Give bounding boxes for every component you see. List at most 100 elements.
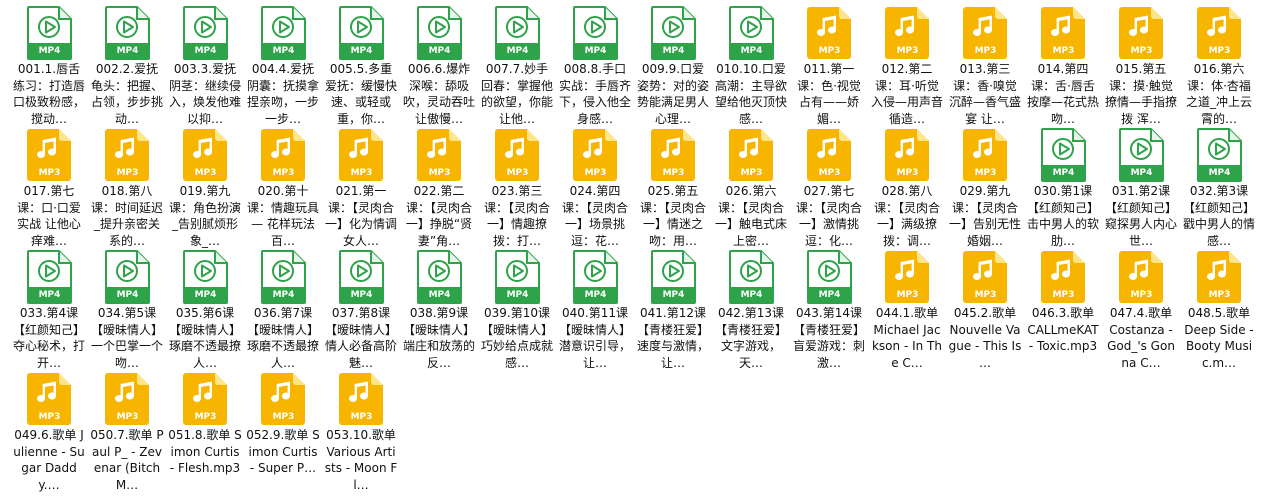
file-item[interactable]: MP3 021.第一课：【灵肉合一】化为情调女人… <box>322 126 400 248</box>
file-item[interactable]: MP4 033.第4课【红颜知己】夺心秘术，打开… <box>10 248 88 370</box>
file-type-badge: MP4 <box>1208 168 1231 178</box>
file-type-badge: MP4 <box>740 46 763 56</box>
file-type-badge: MP3 <box>1208 46 1231 56</box>
file-name-label: 009.9.口爱姿势：对的姿势能满足男人心理… <box>636 62 709 126</box>
file-type-badge: MP3 <box>116 168 139 178</box>
file-name-label: 027.第七课：【灵肉合一】激情挑逗：化… <box>795 184 862 248</box>
file-item[interactable]: MP3 052.9.歌单 Simon Curtis - Super P… <box>244 370 322 492</box>
file-item[interactable]: MP4 001.1.唇舌练习：打造唇口极致粉感，搅动… <box>10 4 88 126</box>
file-item[interactable]: MP4 009.9.口爱姿势：对的姿势能满足男人心理… <box>634 4 712 126</box>
mp3-audio-file-icon: MP3 <box>494 128 540 182</box>
file-item[interactable]: MP3 050.7.歌单 Paul P_ - Zevenar (Bitch M… <box>88 370 166 492</box>
file-item[interactable]: MP4 038.第9课【暧昧情人】端庄和放荡的反… <box>400 248 478 370</box>
file-item[interactable]: MP3 013.第三课：香·嗅觉沉醉—香气盛宴 让… <box>946 4 1024 126</box>
file-item[interactable]: MP3 028.第八课：【灵肉合一】满级撩拨：调… <box>868 126 946 248</box>
file-type-badge: MP4 <box>194 290 217 300</box>
file-name-label: 033.第4课【红颜知己】夺心秘术，打开… <box>12 306 85 370</box>
file-item[interactable]: MP4 007.7.妙手回春：掌握他的欲望，你能让他… <box>478 4 556 126</box>
file-name-label: 037.第8课【暧昧情人】情人必备高阶魅… <box>324 306 397 370</box>
file-item[interactable]: MP4 040.第11课【暧昧情人】潜意识引导，让… <box>556 248 634 370</box>
file-name-label: 013.第三课：香·嗅觉沉醉—香气盛宴 让… <box>948 62 1021 126</box>
file-item[interactable]: MP3 015.第五课：摸·触觉撩情—手指撩拨 浑… <box>1102 4 1180 126</box>
mp3-audio-file-icon: MP3 <box>884 250 930 304</box>
mp4-video-file-icon: MP4 <box>182 6 228 60</box>
file-name-label: 019.第九课：角色扮演_告别腻烦形象_… <box>168 184 241 248</box>
file-item[interactable]: MP3 012.第二课：耳·听觉入侵—用声音循造… <box>868 4 946 126</box>
file-type-badge: MP3 <box>506 168 529 178</box>
file-item[interactable]: MP3 027.第七课：【灵肉合一】激情挑逗：化… <box>790 126 868 248</box>
file-type-badge: MP4 <box>662 46 685 56</box>
file-item[interactable]: MP3 049.6.歌单 Julienne - Sugar Daddy.… <box>10 370 88 492</box>
file-item[interactable]: MP3 019.第九课：角色扮演_告别腻烦形象_… <box>166 126 244 248</box>
file-item[interactable]: MP3 016.第六课：体·杏福之道_冲上云霄的… <box>1180 4 1258 126</box>
file-item[interactable]: MP4 006.6.爆炸深喉：舔吸吹，灵动吞吐让傲慢… <box>400 4 478 126</box>
file-item[interactable]: MP3 017.第七课：口·口爱实战 让他心痒难… <box>10 126 88 248</box>
file-item[interactable]: MP4 030.第1课【红颜知己】击中男人的软肋… <box>1024 126 1102 248</box>
file-name-label: 014.第四课：舌·唇舌按摩—花式热吻… <box>1026 62 1099 126</box>
file-item[interactable]: MP3 023.第三课：【灵肉合一】情趣撩拨：打… <box>478 126 556 248</box>
file-item[interactable]: MP3 018.第八课：时间延迟_提升亲密关系的… <box>88 126 166 248</box>
file-type-badge: MP3 <box>896 290 919 300</box>
file-item[interactable]: MP3 020.第十课：情趣玩具— 花样玩法 百… <box>244 126 322 248</box>
file-item[interactable]: MP3 024.第四课：【灵肉合一】场景挑逗：花… <box>556 126 634 248</box>
file-type-badge: MP4 <box>350 290 373 300</box>
file-name-label: 007.7.妙手回春：掌握他的欲望，你能让他… <box>480 62 553 126</box>
file-item[interactable]: MP4 039.第10课【暧昧情人】巧妙给点成就感… <box>478 248 556 370</box>
file-type-badge: MP3 <box>116 412 139 422</box>
mp3-audio-file-icon: MP3 <box>182 372 228 426</box>
file-type-badge: MP3 <box>584 168 607 178</box>
file-item[interactable]: MP4 042.第13课 【青楼狂爱】文字游戏，天… <box>712 248 790 370</box>
file-item[interactable]: MP4 008.8.手口实战：手唇齐下，侵入他全身感… <box>556 4 634 126</box>
file-item[interactable]: MP3 045.2.歌单 Nouvelle Vague - This Is … <box>946 248 1024 370</box>
file-item[interactable]: MP4 032.第3课【红颜知己】戳中男人的情感… <box>1180 126 1258 248</box>
file-type-badge: MP3 <box>350 412 373 422</box>
mp3-audio-file-icon: MP3 <box>1196 250 1242 304</box>
file-item[interactable]: MP3 025.第五课：【灵肉合一】情迷之吻：用… <box>634 126 712 248</box>
file-item[interactable]: MP4 037.第8课【暧昧情人】情人必备高阶魅… <box>322 248 400 370</box>
file-item[interactable]: MP4 010.10.口爱高潮：主导欲望给他灭顶快感… <box>712 4 790 126</box>
file-name-label: 043.第14课【青楼狂爱】盲爱游戏：刺激… <box>792 306 865 370</box>
file-item[interactable]: MP3 026.第六课：【灵肉合一】触电式床上密… <box>712 126 790 248</box>
file-item[interactable]: MP3 029.第九课：【灵肉合一】告别无性婚姻… <box>946 126 1024 248</box>
file-name-label: 016.第六课：体·杏福之道_冲上云霄的… <box>1185 62 1252 126</box>
file-type-badge: MP3 <box>428 168 451 178</box>
file-item[interactable]: MP4 004.4.爱抚阴囊：抚摸拿捏亲吻，一步一步… <box>244 4 322 126</box>
file-type-badge: MP3 <box>38 412 61 422</box>
file-type-badge: MP4 <box>194 46 217 56</box>
mp3-audio-file-icon: MP3 <box>260 372 306 426</box>
file-item[interactable]: MP3 014.第四课：舌·唇舌按摩—花式热吻… <box>1024 4 1102 126</box>
file-item[interactable]: MP4 041.第12课【青楼狂爱】速度与激情，让… <box>634 248 712 370</box>
mp3-audio-file-icon: MP3 <box>338 372 384 426</box>
file-item[interactable]: MP3 051.8.歌单 Simon Curtis - Flesh.mp3 <box>166 370 244 492</box>
file-item[interactable]: MP4 034.第5课【暧昧情人】一个巴掌一个吻… <box>88 248 166 370</box>
file-item[interactable]: MP4 002.2.爱抚龟头：把握、占领，步步挑动… <box>88 4 166 126</box>
file-name-label: 052.9.歌单 Simon Curtis - Super P… <box>246 428 320 475</box>
file-name-label: 053.10.歌单 Various Artists - Moon Fl… <box>324 428 398 492</box>
file-item[interactable]: MP3 044.1.歌单 Michael Jackson - In The C… <box>868 248 946 370</box>
file-name-label: 022.第二课：【灵肉合一】挣脱“贤妻”角… <box>405 184 473 248</box>
file-item[interactable]: MP3 046.3.歌单 CALLmeKAT - Toxic.mp3 <box>1024 248 1102 370</box>
file-name-label: 024.第四课：【灵肉合一】场景挑逗：花… <box>561 184 628 248</box>
file-item[interactable]: MP3 022.第二课：【灵肉合一】挣脱“贤妻”角… <box>400 126 478 248</box>
file-name-label: 035.第6课【暧昧情人】琢磨不透最撩人… <box>168 306 241 370</box>
file-item[interactable]: MP3 053.10.歌单 Various Artists - Moon Fl… <box>322 370 400 492</box>
file-name-label: 008.8.手口实战：手唇齐下，侵入他全身感… <box>558 62 631 126</box>
file-item[interactable]: MP3 048.5.歌单 Deep Side - Booty Music.m… <box>1180 248 1258 370</box>
file-name-label: 030.第1课【红颜知己】击中男人的软肋… <box>1026 184 1099 248</box>
file-name-label: 018.第八课：时间延迟_提升亲密关系的… <box>90 184 163 248</box>
file-item[interactable]: MP4 035.第6课【暧昧情人】琢磨不透最撩人… <box>166 248 244 370</box>
file-item[interactable]: MP4 031.第2课【红颜知己】窥探男人内心世… <box>1102 126 1180 248</box>
file-name-label: 005.5.多重爱抚：缓慢快速、或轻或重，你… <box>324 62 397 126</box>
file-type-badge: MP4 <box>272 46 295 56</box>
file-item[interactable]: MP3 047.4.歌单 Costanza - God_'s Gonna C… <box>1102 248 1180 370</box>
file-type-badge: MP3 <box>974 168 997 178</box>
file-item[interactable]: MP4 005.5.多重爱抚：缓慢快速、或轻或重，你… <box>322 4 400 126</box>
file-item[interactable]: MP4 003.3.爱抚阴茎：继续侵入，焕发他难以抑… <box>166 4 244 126</box>
file-type-badge: MP3 <box>818 168 841 178</box>
file-item[interactable]: MP3 011.第一课：色·视觉占有——娇媚… <box>790 4 868 126</box>
file-item[interactable]: MP4 043.第14课【青楼狂爱】盲爱游戏：刺激… <box>790 248 868 370</box>
mp4-video-file-icon: MP4 <box>416 6 462 60</box>
mp4-video-file-icon: MP4 <box>26 6 72 60</box>
file-type-badge: MP3 <box>974 46 997 56</box>
file-item[interactable]: MP4 036.第7课【暧昧情人】琢磨不透最撩人… <box>244 248 322 370</box>
